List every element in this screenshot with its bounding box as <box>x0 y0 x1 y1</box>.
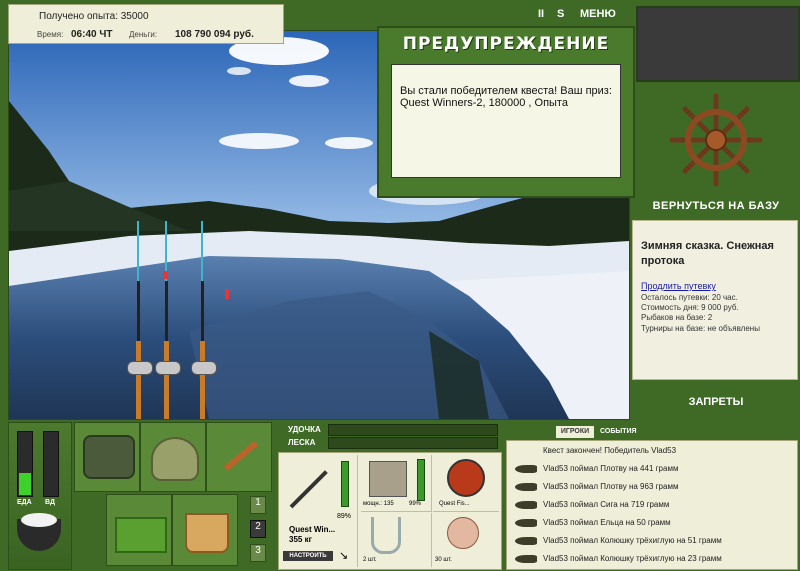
bait-slot[interactable]: 30 шт. <box>433 513 499 567</box>
line-spool-icon <box>447 459 485 497</box>
rod-icon <box>289 470 328 509</box>
rod-label: УДОЧКА <box>288 425 321 434</box>
money-label: Деньги: <box>129 30 158 39</box>
time-value: 06:40 ЧТ <box>71 29 113 40</box>
fish-icon <box>515 537 537 545</box>
warning-dialog: ПРЕДУПРЕЖДЕНИЕ Вы стали победителем квес… <box>377 26 635 198</box>
time-label: Время: <box>37 30 64 39</box>
reel-slot[interactable]: мощн.: 135 99% <box>361 455 432 512</box>
reel-level-bar <box>417 459 425 501</box>
log-row: Vlad53 поймал Сига на 719 грамм <box>511 497 793 515</box>
bait-count: 30 шт. <box>435 557 452 563</box>
slot-backpack[interactable] <box>140 422 206 492</box>
log-row: Vlad53 поймал Плотву на 963 грамм <box>511 479 793 497</box>
food-gauge-fill <box>19 473 31 495</box>
warning-message: Вы стали победителем квеста! Ваш приз: Q… <box>391 64 621 178</box>
log-row: Vlad53 поймал Колюшку трёхиглую на 51 гр… <box>511 533 793 551</box>
arrow-icon: ↘ <box>339 550 349 562</box>
float-1 <box>163 271 167 279</box>
log-text: Квест закончен! Победитель Vlad53 <box>543 446 677 455</box>
fish-icon <box>515 465 537 473</box>
line-label: ЛЕСКА <box>288 438 316 447</box>
base-info-card: Зимняя сказка. Снежная протока Продлить … <box>632 220 798 380</box>
log-text: Vlad53 поймал Ельца на 50 грамм <box>543 518 671 527</box>
fishers-count: Рыбаков на базе: 2 <box>641 313 713 322</box>
minimap-panel <box>636 6 800 82</box>
bans-button[interactable]: ЗАПРЕТЫ <box>632 396 800 408</box>
voucher-remaining: Осталось путевки: 20 час. <box>641 293 738 302</box>
log-row: Vlad53 поймал Колюшку трёхиглую на 23 гр… <box>511 551 793 569</box>
fishing-rod-1[interactable] <box>127 221 153 419</box>
reel-icon <box>369 461 407 497</box>
tab-players[interactable]: ИГРОКИ <box>556 426 594 438</box>
fishing-rod-2[interactable] <box>155 221 181 419</box>
slot-bag[interactable] <box>74 422 140 492</box>
extend-voucher-link[interactable]: Продлить путевку <box>641 281 716 291</box>
fishing-rod-3[interactable] <box>191 221 217 419</box>
food-label: ЕДА <box>17 499 32 506</box>
line-slot[interactable]: Quest Fis... <box>433 455 499 512</box>
basket-icon <box>115 517 167 553</box>
log-text: Vlad53 поймал Плотву на 441 грамм <box>543 464 679 473</box>
vd-gauge <box>43 431 59 497</box>
backpack-icon <box>151 437 199 481</box>
log-row: Vlad53 поймал Плотву на 441 грамм <box>511 461 793 479</box>
page-1-button[interactable]: 1 <box>250 496 266 514</box>
food-gauge <box>17 431 33 497</box>
rod-durability-bar <box>328 424 498 436</box>
menu-button[interactable]: МЕНЮ <box>580 8 616 20</box>
log-row: Vlad53 поймал Ельца на 50 грамм <box>511 515 793 533</box>
float-2 <box>225 289 229 299</box>
day-cost: Стоимость дня: 9 000 руб. <box>641 303 739 312</box>
fish-icon <box>515 519 537 527</box>
rod-slot[interactable]: 89% Quest Win... 355 кг НАСТРОИТЬ ↘ <box>281 455 358 567</box>
log-text: Vlad53 поймал Плотву на 963 грамм <box>543 482 679 491</box>
gear-panel: 89% Quest Win... 355 кг НАСТРОИТЬ ↘ мощн… <box>278 452 502 570</box>
tool-icon <box>223 440 259 472</box>
log-text: Vlad53 поймал Колюшку трёхиглую на 23 гр… <box>543 554 722 563</box>
fish-icon <box>515 555 537 563</box>
fish-icon <box>515 501 537 509</box>
fish-icon <box>515 483 537 491</box>
rod-weight: 355 кг <box>289 535 312 544</box>
rod-name: Quest Win... <box>289 525 336 534</box>
reel-percent: 99% <box>409 501 422 507</box>
tab-events[interactable]: СОБЫТИЯ <box>600 428 637 435</box>
hook-slot[interactable]: 2 шт. <box>361 513 432 567</box>
rod-percent: 89% <box>337 513 352 520</box>
experience-text: Получено опыта: 35000 <box>39 11 149 22</box>
line-durability-bar <box>328 437 498 449</box>
page-2-button[interactable]: 2 <box>250 520 266 538</box>
setup-button[interactable]: НАСТРОИТЬ <box>283 551 333 561</box>
page-3-button[interactable]: 3 <box>250 544 266 562</box>
pause-button[interactable]: II <box>538 8 544 20</box>
ship-wheel-icon <box>669 93 763 187</box>
hook-count: 2 шт. <box>363 557 377 563</box>
sound-button[interactable]: S <box>557 8 564 20</box>
return-to-base-button[interactable]: ВЕРНУТЬСЯ НА БАЗУ <box>632 200 800 212</box>
log-text: Vlad53 поймал Колюшку трёхиглую на 51 гр… <box>543 536 722 545</box>
status-gauges: ЕДА ВД <box>8 422 72 570</box>
hook-icon <box>371 517 401 554</box>
bait-icon <box>447 517 479 549</box>
events-log: Квест закончен! Победитель Vlad53 Vlad53… <box>506 440 798 570</box>
log-row: Квест закончен! Победитель Vlad53 <box>511 443 793 461</box>
rod-level-bar <box>341 461 349 507</box>
bucket-icon <box>185 513 229 553</box>
base-name: Зимняя сказка. Снежная протока <box>641 240 774 267</box>
slot-tool[interactable] <box>206 422 272 492</box>
log-text: Vlad53 поймал Сига на 719 грамм <box>543 500 670 509</box>
cauldron-food <box>21 513 57 527</box>
warning-title: ПРЕДУПРЕЖДЕНИЕ <box>402 34 610 54</box>
slot-bucket[interactable] <box>172 494 238 566</box>
status-panel: Получено опыта: 35000 Время: 06:40 ЧТ Де… <box>8 4 284 44</box>
vd-label: ВД <box>45 499 55 506</box>
slot-basket[interactable] <box>106 494 172 566</box>
money-value: 108 790 094 руб. <box>175 29 254 40</box>
tournaments-status: Турниры на базе: не объявлены <box>641 324 760 333</box>
bag-icon <box>83 435 135 479</box>
line-name: Quest Fis... <box>439 501 470 507</box>
reel-power: мощн.: 135 <box>363 501 394 507</box>
